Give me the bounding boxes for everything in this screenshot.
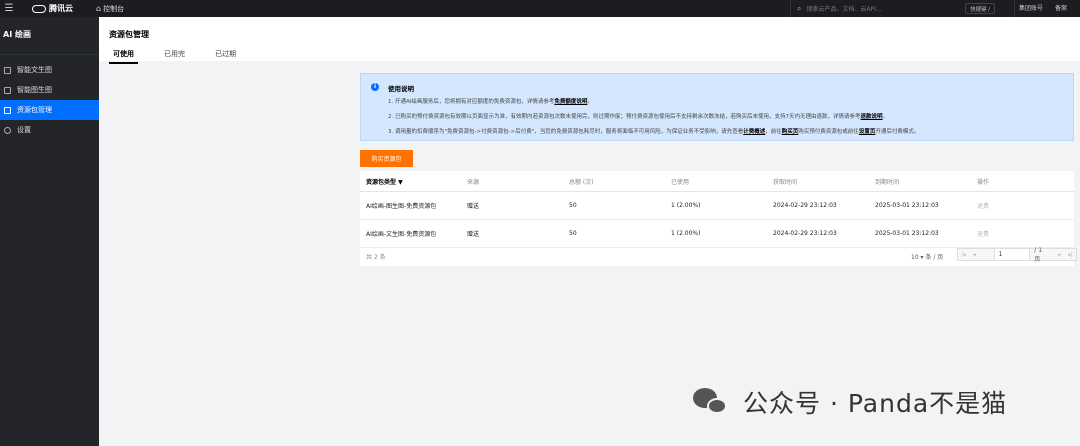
notice-text: 开通后付费模式。	[875, 129, 920, 135]
watermark-text: 公众号 · Panda不是猫	[743, 389, 1008, 418]
sidebar-item-label: 智能图生图	[17, 86, 52, 94]
notice-line-1: 1. 开通AI绘画服务后，您将拥有对应额度的免费资源包，详情请参考免费额度说明。	[388, 97, 593, 105]
cell-source: 赠送	[467, 231, 480, 238]
settings-icon	[4, 126, 11, 134]
cell-source: 赠送	[467, 203, 480, 210]
tab-available[interactable]: 可使用	[109, 49, 138, 64]
cell-acquired: 2024-02-29 23:12:03	[773, 202, 837, 209]
notice-text: 。	[882, 114, 889, 120]
page-size-select[interactable]: 10 ▾ 条 / 页	[911, 252, 943, 261]
table-row: AI绘画-文生图-免费资源包 赠送 50 1 (2.00%) 2024-02-2…	[360, 220, 1074, 248]
refund-button[interactable]: 退费	[977, 229, 989, 238]
table-row: AI绘画-图生图-免费资源包 赠送 50 1 (2.00%) 2024-02-2…	[360, 192, 1074, 220]
cell-used: 1 (2.00%)	[671, 202, 701, 209]
buy-package-button[interactable]: 购买资源包	[360, 150, 413, 167]
notice-text: 3. 调用量的扣费顺序为"免费资源包->付费资源包->后付费"，当您的免费资源包…	[388, 129, 744, 135]
sidebar-item-settings[interactable]: 设置	[0, 120, 99, 140]
notice-text: 2. 已购买的预付费资源包有效期以页面显示为准，有效期内若资源包次数未使用完，则…	[388, 114, 861, 120]
notice-text: 购买预付费资源包或前往	[798, 129, 859, 135]
info-icon: i	[371, 83, 379, 91]
page-header: 资源包管理 可使用 已用完 已过期	[99, 17, 1080, 64]
search-input[interactable]: ⌕ 搜索云产品、文档、云API...	[790, 0, 960, 17]
cell-expiry: 2025-03-01 23:12:03	[875, 230, 939, 237]
notice-title: 使用说明	[388, 85, 414, 93]
column-header-acquired: 获取时间	[773, 178, 798, 186]
pagination: |◂ ◂ 1 / 1 页 ▸ ▸|	[957, 246, 1077, 263]
free-quota-link[interactable]: 免费额度说明	[554, 99, 587, 105]
sidebar: AI 绘画 智能文生图 智能图生图 资源包管理 设置	[0, 17, 99, 446]
cell-acquired: 2024-02-29 23:12:03	[773, 230, 837, 237]
sidebar-item-label: 设置	[17, 126, 31, 134]
sidebar-item-package-management[interactable]: 资源包管理	[0, 100, 99, 120]
image-image-icon	[4, 86, 11, 94]
watermark: 公众号 · Panda不是猫	[693, 384, 1007, 420]
last-page-icon[interactable]: ▸|	[1065, 249, 1076, 260]
refund-button[interactable]: 退费	[977, 201, 989, 210]
settings-page-link[interactable]: 设置页	[859, 129, 876, 135]
cloud-icon	[32, 4, 46, 13]
home-icon: ⌂	[96, 4, 102, 13]
notice-text: ，前往	[765, 129, 782, 135]
cell-type: AI绘画-文生图-免费资源包	[366, 231, 437, 238]
brand-logo[interactable]: 腾讯云	[32, 3, 73, 14]
table-footer: 共 2 条 10 ▾ 条 / 页 |◂ ◂ 1 / 1 页 ▸ ▸|	[360, 246, 1077, 266]
table-header: 资源包类型 ▼ 来源 总额 (次) 已使用 获取时间 到期时间 操作	[360, 171, 1074, 192]
usage-notice: i 使用说明 1. 开通AI绘画服务后，您将拥有对应额度的免费资源包，详情请参考…	[360, 73, 1074, 141]
sidebar-item-label: 资源包管理	[17, 106, 52, 114]
prev-page-icon[interactable]: ◂	[969, 249, 980, 260]
notice-line-2: 2. 已购买的预付费资源包有效期以页面显示为准，有效期内若资源包次数未使用完，则…	[388, 112, 888, 120]
sidebar-item-label: 智能文生图	[17, 66, 52, 74]
top-bar: ☰ 腾讯云 ⌂ 控制台 ⌕ 搜索云产品、文档、云API... 快捷键 / 集团账…	[0, 0, 1080, 17]
cell-total: 50	[569, 202, 577, 209]
column-header-expiry: 到期时间	[875, 178, 900, 186]
search-icon: ⌕	[797, 3, 802, 13]
menu-icon[interactable]: ☰	[0, 0, 18, 17]
sidebar-item-image-to-image[interactable]: 智能图生图	[0, 80, 99, 100]
column-header-total: 总额 (次)	[569, 178, 594, 186]
brand-name: 腾讯云	[49, 4, 73, 13]
notice-text: 。	[587, 99, 593, 105]
tab-expired[interactable]: 已过期	[211, 49, 240, 64]
purchase-page-link[interactable]: 购买页	[782, 129, 799, 135]
cell-used: 1 (2.00%)	[671, 230, 701, 237]
page-number-input[interactable]: 1	[993, 249, 1031, 260]
cell-expiry: 2025-03-01 23:12:03	[875, 202, 939, 209]
column-header-action: 操作	[977, 178, 990, 186]
console-link[interactable]: ⌂ 控制台	[96, 4, 124, 14]
column-header-used: 已使用	[671, 178, 690, 186]
sidebar-item-text-to-image[interactable]: 智能文生图	[0, 60, 99, 80]
cell-type: AI绘画-图生图-免费资源包	[366, 203, 437, 210]
console-label: 控制台	[103, 4, 125, 13]
text-image-icon	[4, 66, 11, 74]
next-page-icon[interactable]: ▸	[1054, 249, 1065, 260]
billing-overview-link[interactable]: 计费概述	[743, 129, 765, 135]
tab-bar: 可使用 已用完 已过期	[109, 49, 262, 64]
sidebar-title: AI 绘画	[0, 17, 99, 55]
refund-policy-link[interactable]: 退款说明	[861, 114, 883, 120]
group-account-link[interactable]: 集团账号	[1014, 0, 1043, 17]
search-placeholder: 搜索云产品、文档、云API...	[806, 6, 882, 13]
first-page-icon[interactable]: |◂	[958, 249, 969, 260]
filing-link[interactable]: 备案	[1055, 0, 1067, 17]
package-icon	[4, 106, 11, 114]
notice-line-3: 3. 调用量的扣费顺序为"免费资源包->付费资源包->后付费"，当您的免费资源包…	[388, 127, 919, 135]
cell-total: 50	[569, 230, 577, 237]
column-header-type[interactable]: 资源包类型 ▼	[366, 177, 403, 186]
column-header-source: 来源	[467, 178, 480, 186]
package-table: 资源包类型 ▼ 来源 总额 (次) 已使用 获取时间 到期时间 操作 AI绘画-…	[360, 171, 1077, 266]
shortcut-hint: 快捷键 /	[965, 3, 995, 14]
page-title: 资源包管理	[109, 30, 149, 39]
wechat-icon	[693, 384, 729, 420]
tab-used-up[interactable]: 已用完	[160, 49, 189, 64]
page-total: / 1 页	[1034, 246, 1043, 263]
total-count: 共 2 条	[366, 254, 386, 261]
notice-text: 1. 开通AI绘画服务后，您将拥有对应额度的免费资源包，详情请参考	[388, 99, 555, 105]
